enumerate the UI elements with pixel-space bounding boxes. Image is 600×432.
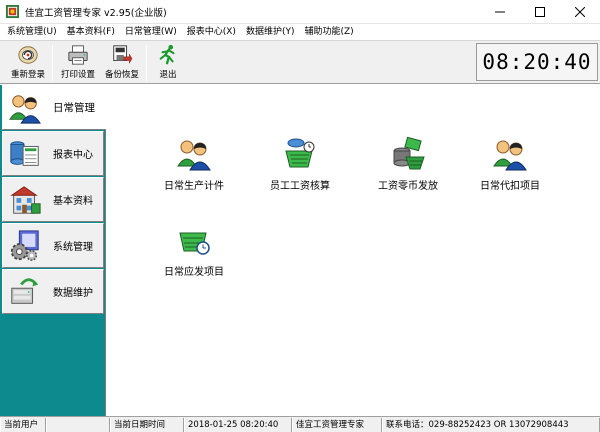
- tile-salary-calculation[interactable]: 员工工资核算: [252, 137, 348, 201]
- sidebar-item-label: 报表中心: [53, 150, 93, 161]
- gears-icon: [10, 229, 39, 261]
- tile-daily-piecework[interactable]: 日常生产计件: [146, 137, 242, 201]
- print-settings-button[interactable]: 打印设置: [56, 43, 100, 83]
- menu-report-center[interactable]: 报表中心(X): [182, 24, 241, 40]
- status-app-name: 佳宜工资管理专家: [292, 417, 382, 432]
- toolbar-separator: [146, 45, 147, 81]
- relogin-icon: [18, 46, 38, 64]
- printer-icon: [68, 45, 88, 65]
- people-icon: [9, 94, 41, 124]
- tile-label: 日常生产计件: [164, 181, 224, 192]
- maximize-button[interactable]: [520, 0, 560, 24]
- backup-restore-button[interactable]: 备份恢复: [100, 43, 144, 83]
- sidebar-item-label: 基本资料: [53, 196, 93, 207]
- building-icon: [10, 185, 41, 214]
- toolbar: 重新登录 打印设置 备份恢复 退出 08:20:40: [0, 40, 600, 84]
- people-icon: [177, 140, 211, 171]
- status-bar: 当前用户 当前日期时间 2018-01-25 08:20:40 佳宜工资管理专家…: [0, 416, 600, 432]
- app-logo-icon: [6, 5, 19, 18]
- status-datetime-label: 当前日期时间: [110, 417, 184, 432]
- close-button[interactable]: [560, 0, 600, 24]
- status-contact-phone: 联系电话：029-88252423 OR 13072908443: [382, 417, 600, 432]
- menu-bar: 系统管理(U) 基本资料(F) 日常管理(W) 报表中心(X) 数据维护(Y) …: [0, 24, 600, 40]
- coins-money-icon: [393, 137, 425, 170]
- print-settings-label: 打印设置: [60, 70, 95, 80]
- sidebar-item-label: 系统管理: [53, 242, 93, 253]
- tile-daily-deduction-items[interactable]: 日常代扣项目: [462, 137, 558, 201]
- status-current-user-value: [46, 417, 110, 432]
- sidebar-item-basic-data[interactable]: 基本资料: [2, 177, 104, 222]
- menu-auxiliary[interactable]: 辅助功能(Z): [299, 24, 358, 40]
- main-panel: 日常生产计件 员工工资核算 工资零币发放 日常代扣项目 日常应发项目: [106, 85, 600, 416]
- tile-label: 工资零币发放: [378, 181, 438, 192]
- tile-label: 日常应发项目: [164, 267, 224, 278]
- window-title: 佳宜工资管理专家 v2.95(企业版): [25, 7, 167, 19]
- calculate-basket-icon: [285, 138, 315, 168]
- sidebar: 日常管理 报表中心 基本资料 系统管理 数据维护: [0, 85, 106, 416]
- sidebar-item-daily-management[interactable]: 日常管理: [2, 85, 106, 130]
- menu-data-maintenance[interactable]: 数据维护(Y): [241, 24, 300, 40]
- tile-daily-payable-items[interactable]: 日常应发项目: [146, 223, 242, 287]
- title-bar: 佳宜工资管理专家 v2.95(企业版): [0, 0, 600, 24]
- basket-clock-icon: [179, 232, 210, 255]
- sidebar-item-report-center[interactable]: 报表中心: [2, 131, 104, 176]
- toolbar-separator: [52, 45, 53, 81]
- exit-button[interactable]: 退出: [150, 43, 186, 83]
- menu-basic-data[interactable]: 基本资料(F): [62, 24, 120, 40]
- clock-display: 08:20:40: [476, 43, 598, 81]
- close-icon: [575, 7, 585, 17]
- sidebar-item-label: 数据维护: [53, 288, 93, 299]
- menu-system[interactable]: 系统管理(U): [2, 24, 62, 40]
- minimize-button[interactable]: [480, 0, 520, 24]
- sidebar-item-label: 日常管理: [53, 102, 95, 114]
- relogin-label: 重新登录: [10, 70, 45, 80]
- exit-label: 退出: [159, 70, 177, 80]
- backup-icon: [113, 45, 133, 65]
- database-icon: [11, 277, 39, 304]
- maximize-icon: [535, 7, 545, 17]
- report-icon: [10, 140, 39, 166]
- minimize-icon: [495, 11, 505, 13]
- tile-label: 员工工资核算: [270, 181, 330, 192]
- menu-daily-management[interactable]: 日常管理(W): [120, 24, 182, 40]
- status-current-user-label: 当前用户: [0, 417, 46, 432]
- tile-label: 日常代扣项目: [480, 181, 540, 192]
- status-datetime-value: 2018-01-25 08:20:40: [184, 417, 292, 432]
- tile-salary-coin-distribution[interactable]: 工资零币发放: [360, 137, 456, 201]
- exit-runner-icon: [159, 44, 175, 65]
- sidebar-item-system-management[interactable]: 系统管理: [2, 223, 104, 268]
- sidebar-item-data-maintenance[interactable]: 数据维护: [2, 269, 104, 314]
- backup-restore-label: 备份恢复: [104, 70, 139, 80]
- relogin-button[interactable]: 重新登录: [6, 43, 50, 83]
- people-icon: [493, 140, 527, 171]
